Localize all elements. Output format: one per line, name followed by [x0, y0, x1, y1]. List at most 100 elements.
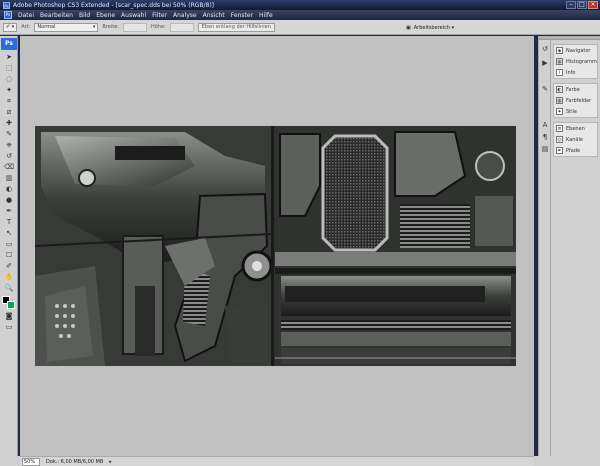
app-icon: Ps	[3, 1, 10, 9]
background-color-swatch[interactable]	[7, 301, 15, 309]
move-tool-icon[interactable]: ➤	[2, 52, 16, 62]
document-canvas[interactable]	[35, 126, 516, 366]
screen-mode-icon[interactable]: ▭	[2, 322, 16, 332]
close-button[interactable]: ×	[588, 1, 598, 9]
breite-label: Breite:	[102, 24, 119, 30]
panel-group: ◈ Navigator ▦ Histogramm i Info	[553, 44, 598, 79]
panel-tab-pfade[interactable]: ✒ Pfade	[554, 145, 597, 156]
hand-tool-icon[interactable]: ✋	[2, 272, 16, 282]
tool-preset-picker[interactable]: ✐ ▾	[3, 22, 18, 32]
art-select-value: Normal	[37, 24, 56, 30]
workspace-icon: ▣	[406, 24, 411, 31]
eyedropper-preset-icon: ✐ ▾	[6, 24, 15, 30]
healing-brush-icon[interactable]: ✚	[2, 118, 16, 128]
marquee-tool-icon[interactable]: ⬚	[2, 63, 16, 73]
pen-tool-icon[interactable]: ✒	[2, 206, 16, 216]
color-icon: ◐	[556, 86, 563, 93]
panel-tab-navigator[interactable]: ◈ Navigator	[554, 45, 597, 56]
art-select[interactable]: Normal ▾	[34, 22, 99, 32]
type-tool-icon[interactable]: T	[2, 217, 16, 227]
zoom-field[interactable]: 50%	[22, 457, 40, 466]
menu-bar: Ps Datei Bearbeiten Bild Ebene Auswahl F…	[0, 10, 600, 20]
panel-group: ≡ Ebenen ◎ Kanäle ✒ Pfade	[553, 122, 598, 157]
hoehe-label: Höhe:	[150, 24, 166, 30]
layers-icon: ≡	[556, 125, 563, 132]
hoehe-field[interactable]	[169, 22, 194, 32]
panel-tab-farbfelder[interactable]: ▦ Farbfelder	[554, 95, 597, 106]
history-panel-icon[interactable]: ↺	[540, 44, 550, 54]
panel-tab-label: Info	[566, 69, 576, 76]
navigator-icon: ◈	[556, 47, 563, 54]
doc-info: Dok.: 6,00 MB/6,00 MB	[46, 458, 104, 465]
menu-bearbeiten[interactable]: Bearbeiten	[40, 12, 73, 19]
zoom-tool-icon[interactable]: 🔍	[2, 283, 16, 293]
character-panel-icon[interactable]: A	[540, 120, 550, 130]
panel-tab-label: Farbfelder	[566, 97, 592, 104]
layer-comps-icon[interactable]: ▤	[540, 144, 550, 154]
panel-tab-farbe[interactable]: ◐ Farbe	[554, 84, 597, 95]
panel-tab-label: Kanäle	[566, 136, 583, 143]
slice-tool-icon[interactable]: ⧄	[2, 107, 16, 117]
dock-header	[551, 36, 600, 40]
eraser-tool-icon[interactable]: ⌫	[2, 162, 16, 172]
panel-tab-label: Stile	[566, 108, 577, 115]
photoshop-logo: Ps	[1, 38, 17, 50]
panel-tab-ebenen[interactable]: ≡ Ebenen	[554, 123, 597, 134]
minimize-button[interactable]: –	[566, 1, 576, 9]
lasso-tool-icon[interactable]: ◌	[2, 74, 16, 84]
options-bar: ✐ ▾ Art: Normal ▾ Breite: Höhe: Eben ent…	[0, 20, 600, 35]
title-bar: Ps Adobe Photoshop CS3 Extended - [scar_…	[0, 0, 600, 10]
panel-tab-label: Pfade	[566, 147, 581, 154]
menu-ebene[interactable]: Ebene	[96, 12, 115, 19]
tool-presets-icon[interactable]: ✎	[540, 84, 550, 94]
texture-right-half	[271, 126, 516, 366]
panel-tab-info[interactable]: i Info	[554, 67, 597, 78]
blur-tool-icon[interactable]: ◐	[2, 184, 16, 194]
art-label: Art:	[21, 24, 31, 30]
eben-entlang-button[interactable]: Eben entlang der Hilfslinien	[197, 22, 275, 32]
gradient-tool-icon[interactable]: ▥	[2, 173, 16, 183]
panel-tab-kanäle[interactable]: ◎ Kanäle	[554, 134, 597, 145]
eyedropper-icon[interactable]: ✐	[2, 261, 16, 271]
panel-dock: ◈ Navigator ▦ Histogramm i Info ◐ Farbe ▦ Farbfel…	[550, 36, 600, 456]
shape-tool-icon[interactable]: ▭	[2, 239, 16, 249]
menu-auswahl[interactable]: Auswahl	[121, 12, 146, 19]
panel-tab-histogramm[interactable]: ▦ Histogramm	[554, 56, 597, 67]
status-right-strip	[534, 456, 600, 466]
actions-panel-icon[interactable]: ▶	[540, 58, 550, 68]
menu-datei[interactable]: Datei	[18, 12, 34, 19]
history-brush-icon[interactable]: ↺	[2, 151, 16, 161]
panel-tab-stile[interactable]: ✦ Stile	[554, 106, 597, 117]
menu-analyse[interactable]: Analyse	[173, 12, 197, 19]
menu-filter[interactable]: Filter	[152, 12, 167, 19]
dodge-tool-icon[interactable]: ●	[2, 195, 16, 205]
status-bar: 50% Dok.: 6,00 MB/6,00 MB ▸	[20, 456, 534, 466]
status-left-strip	[0, 456, 20, 466]
menu-bild[interactable]: Bild	[79, 12, 90, 19]
texture-left-half	[35, 126, 273, 366]
brush-tool-icon[interactable]: ✎	[2, 129, 16, 139]
info-icon: i	[556, 69, 563, 76]
menu-hilfe[interactable]: Hilfe	[259, 12, 273, 19]
clone-stamp-icon[interactable]: ⎈	[2, 140, 16, 150]
panel-tab-label: Farbe	[566, 86, 580, 93]
quick-mask-icon[interactable]: ◙	[2, 311, 16, 321]
paragraph-panel-icon[interactable]: ¶	[540, 132, 550, 142]
ps-menu-icon[interactable]: Ps	[4, 11, 12, 19]
maximize-button[interactable]: □	[577, 1, 587, 9]
chevron-down-icon: ▾	[92, 24, 96, 30]
menu-ansicht[interactable]: Ansicht	[203, 12, 225, 19]
notes-tool-icon[interactable]: ☐	[2, 250, 16, 260]
color-swatches[interactable]	[1, 295, 17, 309]
dock-icon-strip: ↺ ▶ ✎ A ¶ ▤	[538, 36, 550, 456]
magic-wand-icon[interactable]: ✦	[2, 85, 16, 95]
channels-icon: ◎	[556, 136, 563, 143]
menu-fenster[interactable]: Fenster	[231, 12, 253, 19]
status-menu-arrow-icon[interactable]: ▸	[109, 459, 112, 465]
panel-tab-label: Ebenen	[566, 125, 585, 132]
crop-tool-icon[interactable]: ⌗	[2, 96, 16, 106]
breite-field[interactable]	[122, 22, 147, 32]
workspace-button[interactable]: ▣ Arbeitsbereich ▾	[406, 22, 454, 33]
paths-icon: ✒	[556, 147, 563, 154]
path-select-icon[interactable]: ↖	[2, 228, 16, 238]
